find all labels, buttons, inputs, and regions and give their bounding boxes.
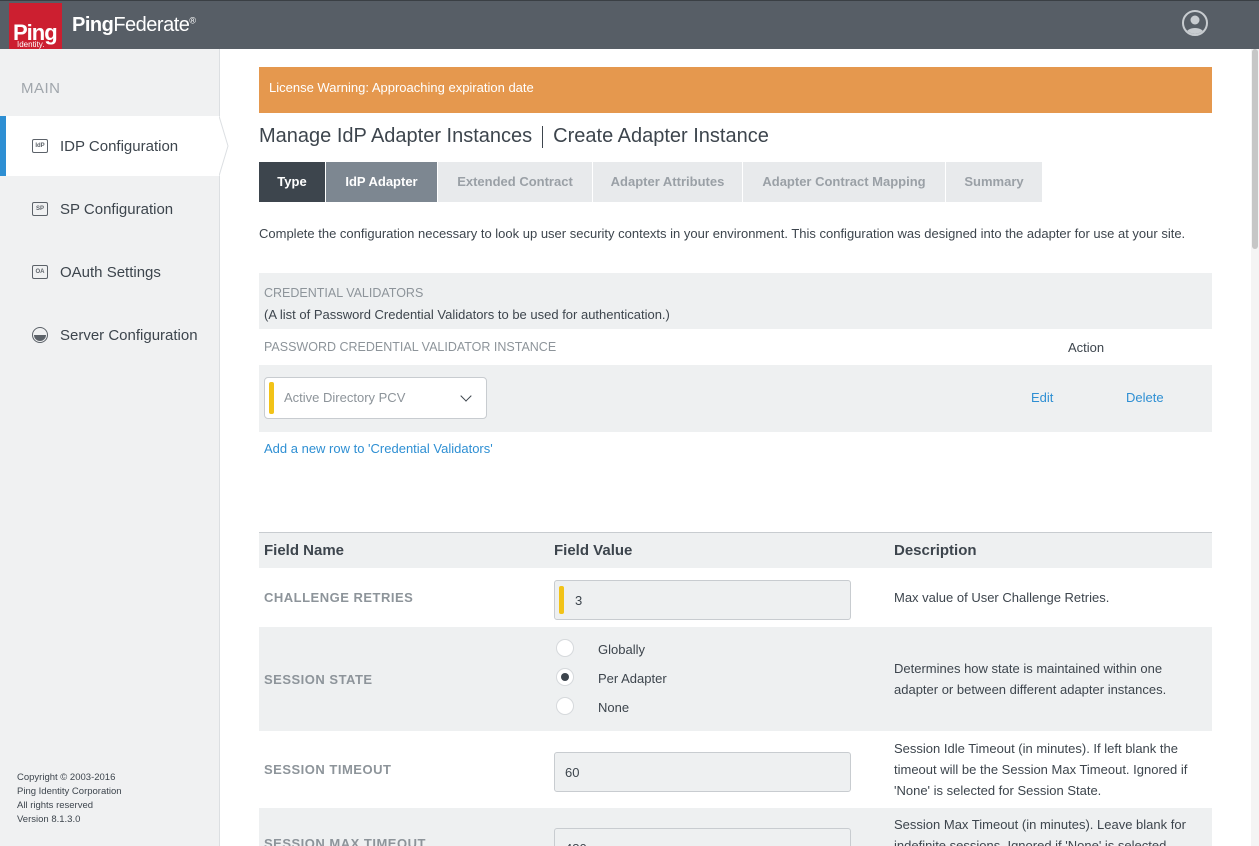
required-indicator	[559, 586, 564, 614]
field-row-session-state: SESSION STATE Globally Per Adapter None …	[259, 627, 1212, 731]
idp-icon: IdP	[32, 139, 48, 153]
page-title-section: Manage IdP Adapter Instances	[259, 125, 533, 147]
radio-globally[interactable]	[556, 639, 574, 657]
page-title: Manage IdP Adapter Instances Create Adapt…	[259, 125, 769, 148]
intro-text: Complete the configuration necessary to …	[259, 226, 1186, 241]
field-description: Determines how state is maintained withi…	[894, 661, 1167, 697]
fields-table-header: Field Name Field Value Description	[259, 532, 1212, 568]
logo-subword: Identity.	[17, 40, 45, 49]
sidebar-item-label: SP Configuration	[60, 200, 174, 218]
tab-extended-contract[interactable]: Extended Contract	[438, 162, 592, 202]
sidebar-item-label: OAuth Settings	[60, 263, 161, 281]
rights-text: All rights reserved	[17, 800, 94, 811]
tab-type[interactable]: Type	[259, 162, 325, 202]
field-name: CHALLENGE RETRIES	[264, 590, 414, 605]
oauth-icon: OA	[32, 265, 48, 279]
field-row-session-timeout: SESSION TIMEOUT 60 Session Idle Timeout …	[259, 731, 1212, 808]
radio-none[interactable]	[556, 697, 574, 715]
active-arrow-icon	[219, 116, 229, 176]
chevron-down-icon	[460, 390, 472, 402]
radio-label: Per Adapter	[598, 671, 667, 686]
title-divider	[542, 125, 544, 148]
sp-icon: SP	[32, 202, 48, 216]
tab-adapter-attributes[interactable]: Adapter Attributes	[593, 162, 742, 202]
add-row-link[interactable]: Add a new row to 'Credential Validators'	[264, 441, 493, 456]
column-field-value: Field Value	[554, 542, 633, 559]
brand-ping: Ping	[72, 14, 114, 36]
sidebar-item-label: IDP Configuration	[60, 137, 179, 155]
top-bar: Ping Identity. PingFederate®	[0, 0, 1259, 53]
scrollbar-thumb[interactable]	[1252, 49, 1258, 249]
license-warning-banner: License Warning: Approaching expiration …	[259, 67, 1212, 113]
edit-link[interactable]: Edit	[1031, 390, 1053, 405]
sidebar-item-label: Server Configuration	[60, 326, 198, 344]
challenge-retries-input[interactable]: 3	[554, 580, 851, 620]
field-row-challenge-retries: CHALLENGE RETRIES 3 Max value of User Ch…	[259, 568, 1212, 627]
column-description: Description	[894, 542, 977, 559]
field-row-session-max-timeout: SESSION MAX TIMEOUT 480 Session Max Time…	[259, 808, 1212, 846]
credential-validators-title: CREDENTIAL VALIDATORS	[264, 286, 424, 300]
required-indicator	[269, 382, 274, 414]
credential-validators-header: CREDENTIAL VALIDATORS (A list of Passwor…	[259, 273, 1212, 329]
page-title-subsection: Create Adapter Instance	[553, 125, 769, 147]
field-description: Max value of User Challenge Retries.	[894, 590, 1110, 605]
user-avatar-icon[interactable]	[1182, 10, 1208, 36]
radio-label: None	[598, 700, 630, 715]
input-value: 480	[565, 841, 587, 846]
brand-registered-mark: ®	[189, 15, 196, 26]
field-name: SESSION STATE	[264, 672, 373, 687]
validator-instance-select[interactable]: Active Directory PCV	[264, 377, 487, 419]
sidebar-item-sp-configuration[interactable]: SP SP Configuration	[0, 179, 220, 239]
validator-table-header: PASSWORD CREDENTIAL VALIDATOR INSTANCE A…	[259, 330, 1212, 364]
delete-link[interactable]: Delete	[1126, 390, 1164, 405]
sidebar-item-oauth-settings[interactable]: OA OAuth Settings	[0, 242, 220, 302]
column-field-name: Field Name	[264, 542, 345, 559]
sidebar: MAIN IdP IDP Configuration SP SP Configu…	[0, 49, 229, 846]
server-icon	[32, 327, 48, 343]
column-action: Action	[1068, 340, 1105, 355]
sidebar-item-server-configuration[interactable]: Server Configuration	[0, 305, 220, 365]
input-value: 3	[575, 593, 583, 608]
validator-row: Active Directory PCV Edit Delete	[259, 365, 1212, 432]
tab-summary[interactable]: Summary	[946, 162, 1042, 202]
session-timeout-input[interactable]: 60	[554, 752, 851, 792]
credential-validators-description: (A list of Password Credential Validator…	[264, 307, 670, 322]
field-description: Session Idle Timeout (in minutes). If le…	[894, 741, 1188, 798]
tab-idp-adapter[interactable]: IdP Adapter	[326, 162, 437, 202]
field-name: SESSION MAX TIMEOUT	[264, 836, 426, 846]
input-value: 60	[565, 765, 580, 780]
sidebar-section-label: MAIN	[21, 80, 61, 97]
company-text: Ping Identity Corporation	[17, 786, 122, 797]
sidebar-footer: Copyright © 2003-2016 Ping Identity Corp…	[17, 771, 122, 827]
field-name: SESSION TIMEOUT	[264, 762, 392, 777]
validator-selected-value: Active Directory PCV	[284, 390, 406, 405]
session-max-timeout-input[interactable]: 480	[554, 828, 851, 846]
product-name: PingFederate®	[72, 14, 196, 37]
sidebar-item-idp-configuration[interactable]: IdP IDP Configuration	[0, 116, 229, 176]
radio-label: Globally	[598, 642, 645, 657]
version-text: Version 8.1.3.0	[17, 814, 81, 825]
radio-per-adapter[interactable]	[556, 668, 574, 686]
column-instance: PASSWORD CREDENTIAL VALIDATOR INSTANCE	[264, 340, 557, 354]
brand-federate: Federate	[113, 14, 190, 36]
field-description: Session Max Timeout (in minutes). Leave …	[894, 817, 1186, 846]
tab-adapter-contract-mapping[interactable]: Adapter Contract Mapping	[743, 162, 945, 202]
wizard-tabs: Type IdP Adapter Extended Contract Adapt…	[259, 162, 1043, 202]
copyright-text: Copyright © 2003-2016	[17, 772, 116, 783]
ping-logo[interactable]: Ping Identity.	[9, 3, 62, 53]
page-scrollbar[interactable]	[1251, 49, 1259, 846]
